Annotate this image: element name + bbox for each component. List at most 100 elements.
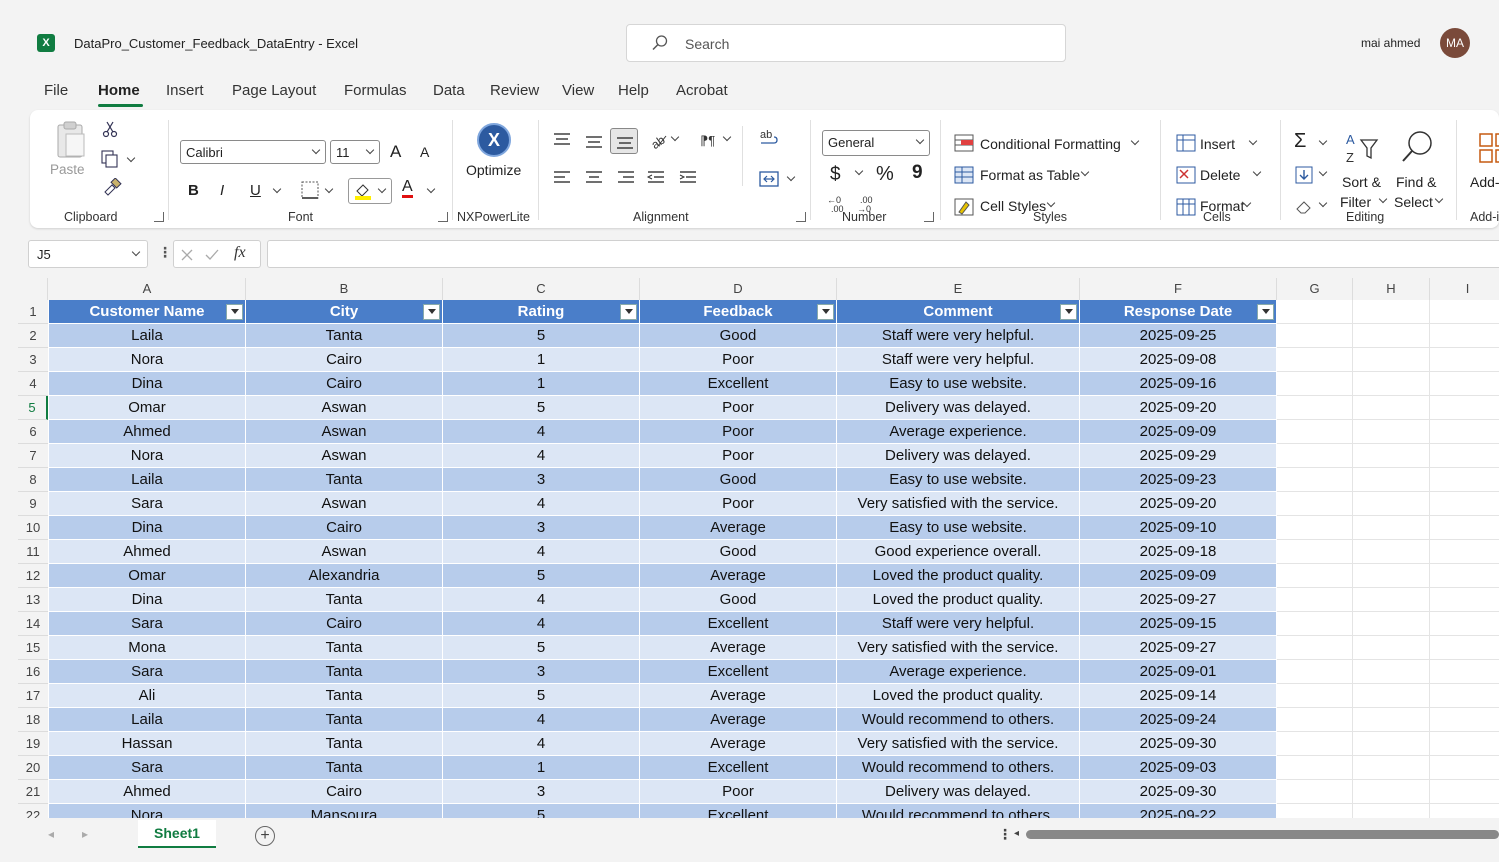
table-cell[interactable]: Staff were very helpful.	[837, 348, 1080, 372]
table-cell[interactable]: Delivery was delayed.	[837, 396, 1080, 420]
row-header[interactable]: 20	[18, 756, 48, 780]
table-header-cell[interactable]: Comment	[837, 300, 1080, 324]
table-cell[interactable]: Aswan	[246, 540, 443, 564]
find-select-icon[interactable]	[1400, 128, 1436, 166]
increase-indent-icon[interactable]	[678, 170, 698, 186]
empty-cell[interactable]	[1430, 492, 1499, 516]
table-cell[interactable]: Would recommend to others.	[837, 804, 1080, 818]
worksheet-grid[interactable]: A B C D E F G H I 1 2 3 4 5 6 7 8 9 10 11 12 13 14 15 1…	[18, 278, 1499, 818]
currency-button[interactable]: $	[830, 164, 841, 186]
table-cell[interactable]: Tanta	[246, 660, 443, 684]
table-cell[interactable]: 4	[443, 540, 640, 564]
table-cell[interactable]: 3	[443, 516, 640, 540]
decrease-indent-icon[interactable]	[646, 170, 666, 186]
insert-function-icon[interactable]: fx	[234, 244, 246, 262]
table-cell[interactable]: Omar	[49, 396, 246, 420]
cut-icon[interactable]	[102, 120, 118, 138]
format-as-table-icon[interactable]	[954, 166, 974, 184]
tab-view[interactable]: View	[562, 82, 594, 99]
grow-font-button[interactable]: A	[390, 142, 401, 162]
tab-review[interactable]: Review	[490, 82, 539, 99]
more-options-icon[interactable]: ⋮	[158, 244, 172, 261]
empty-cell[interactable]	[1277, 756, 1353, 780]
table-cell[interactable]: 5	[443, 804, 640, 818]
column-header-c[interactable]: C	[443, 278, 640, 300]
table-cell[interactable]: 2025-09-29	[1080, 444, 1277, 468]
table-cell[interactable]: Poor	[640, 780, 837, 804]
row-header[interactable]: 19	[18, 732, 48, 756]
table-cell[interactable]: Average	[640, 732, 837, 756]
table-cell[interactable]: Average experience.	[837, 420, 1080, 444]
empty-cell[interactable]	[1277, 348, 1353, 372]
optimize-button[interactable]: Optimize	[466, 162, 521, 178]
empty-cell[interactable]	[1353, 612, 1430, 636]
number-launcher-icon[interactable]	[924, 212, 934, 222]
tab-insert[interactable]: Insert	[166, 82, 204, 99]
autosum-icon[interactable]: Σ	[1294, 130, 1306, 153]
table-cell[interactable]: Delivery was delayed.	[837, 444, 1080, 468]
table-cell[interactable]: 1	[443, 348, 640, 372]
table-cell[interactable]: Dina	[49, 372, 246, 396]
number-format-combo[interactable]: General	[822, 130, 930, 156]
filter-dropdown-button[interactable]	[1257, 304, 1274, 320]
table-cell[interactable]: Sara	[49, 756, 246, 780]
table-cell[interactable]: Nora	[49, 804, 246, 818]
empty-cell[interactable]	[1277, 396, 1353, 420]
formula-input[interactable]	[267, 240, 1499, 268]
conditional-formatting-button[interactable]: Conditional Formatting	[980, 136, 1121, 152]
table-cell[interactable]: Cairo	[246, 780, 443, 804]
table-cell[interactable]: 4	[443, 492, 640, 516]
table-cell[interactable]: Aswan	[246, 444, 443, 468]
conditional-formatting-icon[interactable]	[954, 134, 974, 152]
delete-cells-icon[interactable]	[1176, 166, 1196, 184]
column-header-g[interactable]: G	[1277, 278, 1353, 300]
underline-button[interactable]: U	[250, 182, 261, 199]
empty-cell[interactable]	[1353, 660, 1430, 684]
fill-chevron-down-icon[interactable]	[1318, 167, 1328, 177]
table-cell[interactable]: Easy to use website.	[837, 372, 1080, 396]
font-size-combo[interactable]: 11	[330, 140, 380, 164]
empty-cell[interactable]	[1353, 300, 1430, 324]
row-header[interactable]: 16	[18, 660, 48, 684]
more-sheets-icon[interactable]: ⋮	[998, 826, 1012, 843]
table-cell[interactable]: Laila	[49, 324, 246, 348]
table-cell[interactable]: Poor	[640, 396, 837, 420]
table-cell[interactable]: Loved the product quality.	[837, 564, 1080, 588]
table-cell[interactable]: 3	[443, 780, 640, 804]
empty-cell[interactable]	[1277, 492, 1353, 516]
scroll-left-icon[interactable]: ◂	[1014, 828, 1019, 839]
font-launcher-icon[interactable]	[438, 212, 448, 222]
filter-dropdown-button[interactable]	[423, 304, 440, 320]
table-cell[interactable]: 2025-09-20	[1080, 396, 1277, 420]
table-cell[interactable]: Easy to use website.	[837, 516, 1080, 540]
row-header[interactable]: 21	[18, 780, 48, 804]
column-header-b[interactable]: B	[246, 278, 443, 300]
table-header-cell[interactable]: City	[246, 300, 443, 324]
table-cell[interactable]: 2025-09-09	[1080, 564, 1277, 588]
currency-chevron-down-icon[interactable]	[854, 166, 864, 176]
table-cell[interactable]: 2025-09-09	[1080, 420, 1277, 444]
empty-cell[interactable]	[1353, 756, 1430, 780]
table-cell[interactable]: 1	[443, 372, 640, 396]
row-header[interactable]: 10	[18, 516, 48, 540]
add-ins-icon[interactable]	[1478, 132, 1499, 164]
italic-button[interactable]: I	[220, 182, 224, 199]
table-cell[interactable]: 1	[443, 756, 640, 780]
sort-filter-label-2[interactable]: Filter	[1340, 194, 1371, 210]
shrink-font-button[interactable]: A	[420, 144, 429, 160]
table-cell[interactable]: Cairo	[246, 372, 443, 396]
table-cell[interactable]: Tanta	[246, 684, 443, 708]
format-cells-icon[interactable]	[1176, 198, 1196, 216]
empty-cell[interactable]	[1277, 372, 1353, 396]
table-cell[interactable]: Average experience.	[837, 660, 1080, 684]
tab-page-layout[interactable]: Page Layout	[232, 82, 316, 99]
filter-dropdown-button[interactable]	[226, 304, 243, 320]
tab-acrobat[interactable]: Acrobat	[676, 82, 728, 99]
empty-cell[interactable]	[1353, 492, 1430, 516]
borders-icon[interactable]	[300, 180, 320, 200]
table-cell[interactable]: Good	[640, 468, 837, 492]
table-cell[interactable]: 2025-09-20	[1080, 492, 1277, 516]
row-header[interactable]: 13	[18, 588, 48, 612]
wrap-text-icon[interactable]: ab	[758, 128, 780, 148]
empty-cell[interactable]	[1277, 588, 1353, 612]
